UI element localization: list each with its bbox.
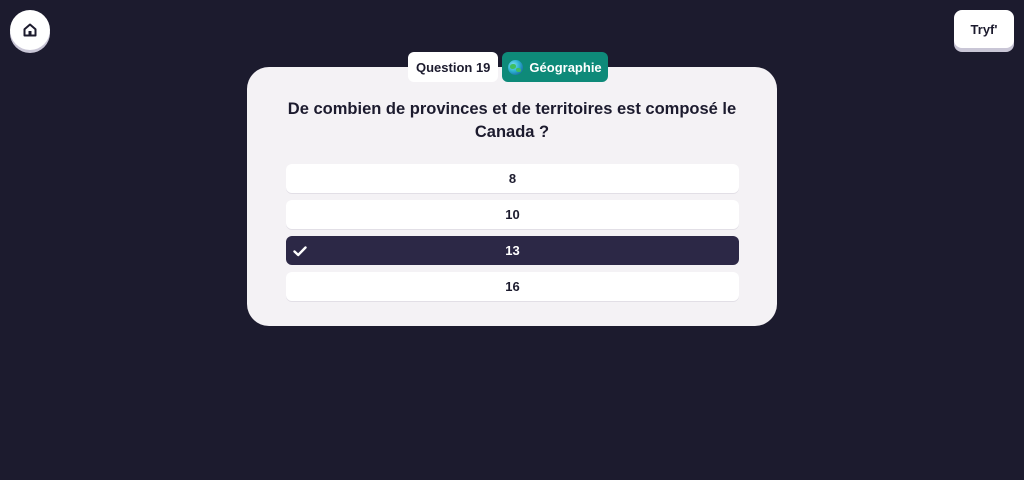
home-icon: [23, 23, 37, 37]
quiz-screen: Tryf' Question 19 Géographie De combien …: [0, 0, 1024, 480]
answer-option[interactable]: 8: [286, 164, 739, 193]
question-number-badge: Question 19: [408, 52, 499, 82]
question-number: Question 19: [416, 59, 491, 75]
answer-option[interactable]: 16: [286, 272, 739, 301]
answer-label: 16: [505, 279, 520, 294]
globe-icon: [508, 59, 524, 75]
home-button[interactable]: [10, 10, 50, 50]
check-icon: [293, 246, 307, 257]
answer-label: 8: [508, 171, 517, 186]
category-badge: Géographie: [502, 52, 608, 82]
question-badges: Question 19 Géographie: [408, 52, 608, 82]
answer-option[interactable]: 10: [286, 200, 739, 229]
answer-label: 10: [505, 207, 520, 222]
answer-option-selected[interactable]: 13: [286, 236, 739, 265]
brand-button[interactable]: Tryf': [954, 10, 1014, 48]
answer-label: 13: [505, 243, 520, 258]
brand-label: Tryf': [970, 21, 998, 37]
question-text: De combien de provinces et de territoire…: [287, 100, 737, 141]
answer-list: 8 10 13 16: [286, 164, 739, 308]
category-label: Géographie: [529, 59, 602, 75]
